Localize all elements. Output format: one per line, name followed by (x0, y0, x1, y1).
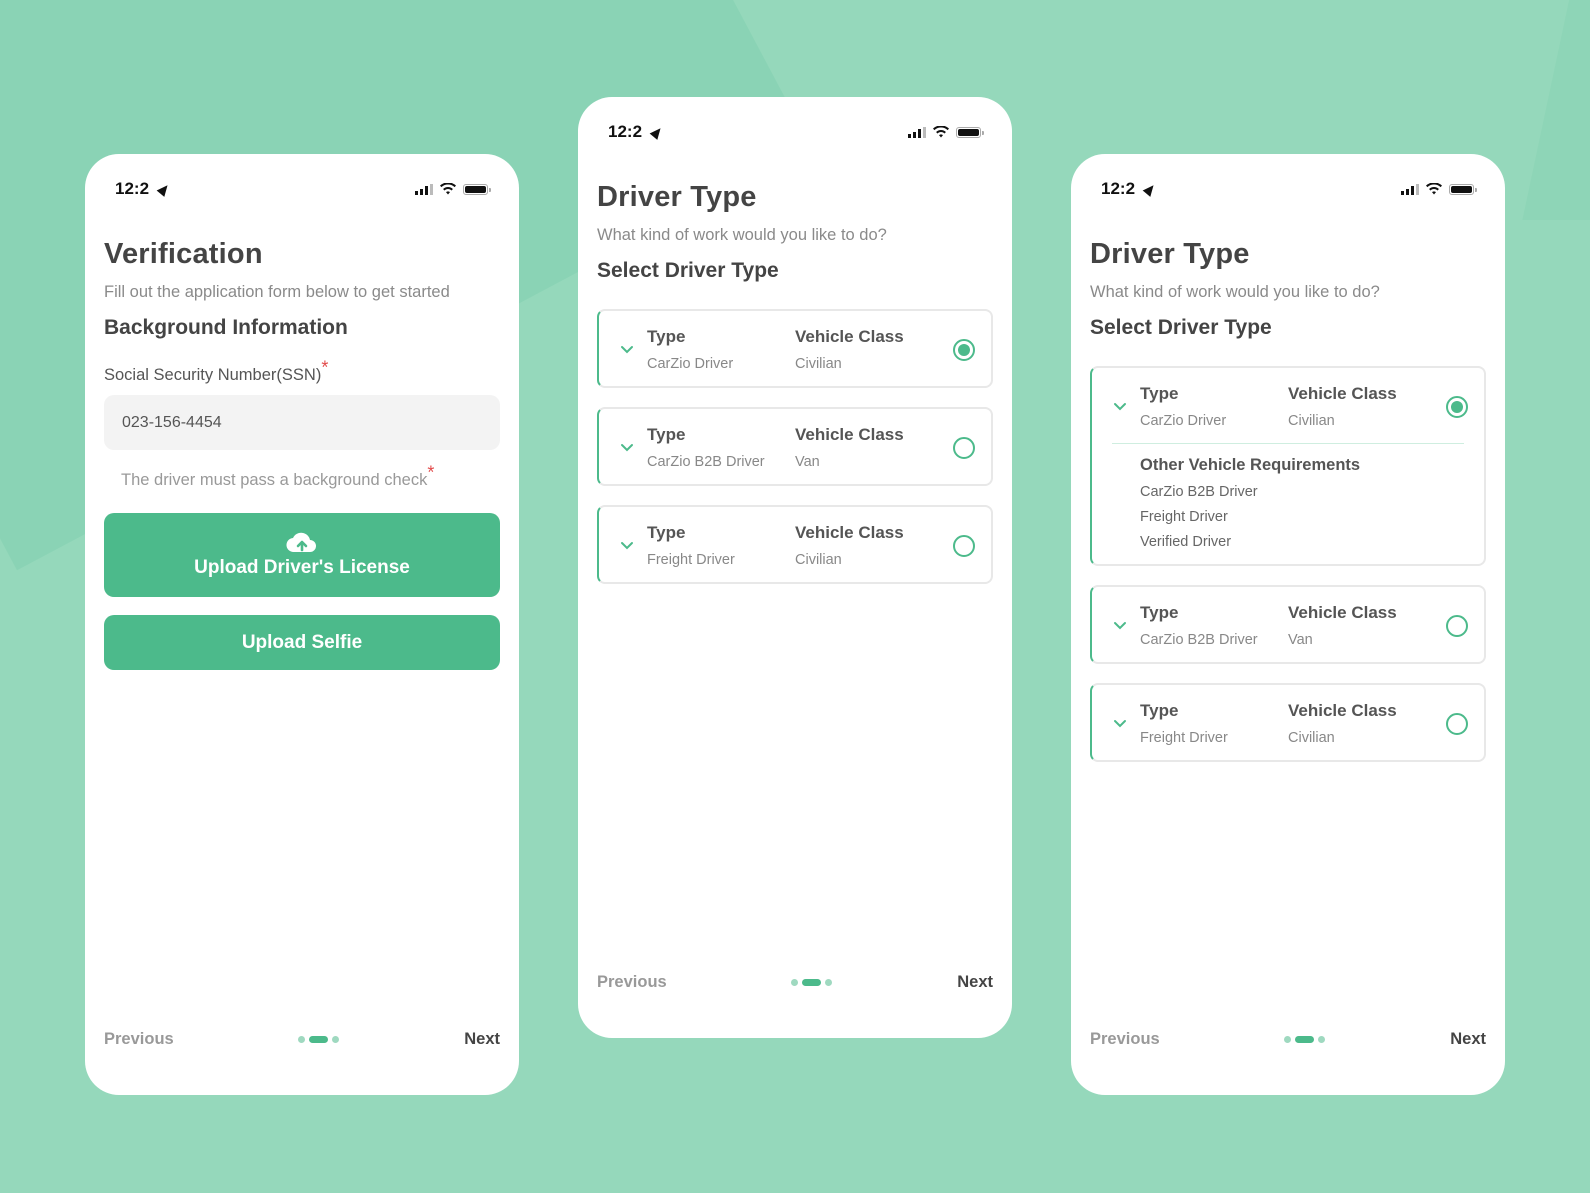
pager-footer: Previous Next (597, 973, 993, 992)
type-value: CarZio Driver (1140, 413, 1227, 429)
vehicle-class-header: Vehicle Class (1288, 701, 1397, 720)
type-value: Freight Driver (647, 552, 735, 568)
page-indicator (1284, 1036, 1326, 1043)
driver-type-option[interactable]: Type CarZio B2B Driver Vehicle Class Van (1090, 585, 1486, 664)
type-header: Type (1140, 701, 1179, 720)
upload-license-button[interactable]: Upload Driver's License (104, 513, 500, 597)
page-subtitle: What kind of work would you like to do? (1090, 283, 1380, 301)
status-bar: 12:2 (104, 154, 500, 224)
chevron-down-icon[interactable] (615, 343, 639, 357)
signal-icon (1401, 183, 1419, 195)
type-header: Type (647, 523, 686, 542)
chevron-down-icon[interactable] (1108, 400, 1132, 414)
requirement-item: CarZio B2B Driver (1140, 484, 1258, 500)
type-header: Type (647, 327, 686, 346)
type-header: Type (1140, 384, 1179, 403)
page-title: Driver Type (597, 181, 757, 213)
page-title: Verification (104, 238, 263, 270)
radio-button[interactable] (953, 338, 975, 361)
requirement-item: Verified Driver (1140, 534, 1232, 550)
chevron-down-icon[interactable] (615, 441, 639, 455)
vehicle-class-header: Vehicle Class (795, 523, 904, 542)
vehicle-class-value: Civilian (1288, 413, 1335, 429)
vehicle-class-value: Civilian (795, 552, 842, 568)
section-title: Select Driver Type (1090, 316, 1272, 339)
page-indicator (298, 1036, 340, 1043)
location-arrow-icon (649, 124, 665, 140)
chevron-down-icon[interactable] (615, 539, 639, 553)
status-time: 12:2 (1101, 179, 1136, 198)
driver-type-option[interactable]: Type Freight Driver Vehicle Class Civilian (1090, 683, 1486, 762)
vehicle-class-header: Vehicle Class (1288, 384, 1397, 403)
requirements-panel: Other Vehicle Requirements CarZio B2B Dri… (1112, 443, 1464, 550)
vehicle-class-value: Civilian (795, 356, 842, 372)
driver-type-expanded-screen: 12:2 Driver Type What kind of work would… (1071, 154, 1505, 1095)
battery-icon (956, 126, 984, 138)
radio-button[interactable] (1446, 395, 1468, 418)
required-asterisk: * (427, 462, 435, 483)
status-time: 12:2 (608, 122, 643, 141)
type-value: Freight Driver (1140, 730, 1228, 746)
vehicle-class-header: Vehicle Class (1288, 603, 1397, 622)
next-button[interactable]: Next (464, 1030, 500, 1049)
previous-button[interactable]: Previous (597, 973, 667, 992)
type-header: Type (1140, 603, 1179, 622)
vehicle-class-header: Vehicle Class (795, 327, 904, 346)
status-bar: 12:2 (1090, 154, 1486, 224)
status-bar: 12:2 (597, 97, 993, 167)
next-button[interactable]: Next (957, 973, 993, 992)
type-value: CarZio B2B Driver (647, 454, 765, 470)
type-value: CarZio Driver (647, 356, 734, 372)
wifi-icon (933, 126, 949, 138)
location-arrow-icon (1142, 181, 1158, 197)
radio-button[interactable] (1446, 614, 1468, 637)
background-shape (1522, 0, 1590, 220)
previous-button[interactable]: Previous (1090, 1030, 1160, 1049)
cloud-upload-icon (286, 532, 316, 553)
page-subtitle: What kind of work would you like to do? (597, 226, 887, 244)
page-subtitle: Fill out the application form below to g… (104, 283, 450, 301)
wifi-icon (440, 183, 456, 195)
vehicle-class-value: Civilian (1288, 730, 1335, 746)
battery-icon (1449, 183, 1477, 195)
type-value: CarZio B2B Driver (1140, 632, 1258, 648)
vehicle-class-value: Van (795, 454, 820, 470)
requirement-item: Freight Driver (1140, 509, 1228, 525)
required-asterisk: * (321, 357, 329, 378)
previous-button[interactable]: Previous (104, 1030, 174, 1049)
next-button[interactable]: Next (1450, 1030, 1486, 1049)
driver-type-screen: 12:2 Driver Type What kind of work would… (578, 97, 1012, 1038)
page-title: Driver Type (1090, 238, 1250, 270)
radio-button[interactable] (953, 534, 975, 557)
driver-type-option[interactable]: Type Freight Driver Vehicle Class Civilian (597, 505, 993, 584)
battery-icon (463, 183, 491, 195)
location-arrow-icon (156, 181, 172, 197)
radio-button[interactable] (953, 436, 975, 459)
signal-icon (415, 183, 433, 195)
wifi-icon (1426, 183, 1442, 195)
driver-type-option[interactable]: Type CarZio Driver Vehicle Class Civilian Ot… (1090, 366, 1486, 566)
status-time: 12:2 (115, 179, 150, 198)
chevron-down-icon[interactable] (1108, 619, 1132, 633)
vehicle-class-header: Vehicle Class (795, 425, 904, 444)
driver-type-option[interactable]: Type CarZio B2B Driver Vehicle Class Van (597, 407, 993, 486)
requirements-title: Other Vehicle Requirements (1140, 456, 1361, 474)
section-title: Background Information (104, 316, 348, 339)
verification-screen: 12:2 Verification Fill out the applicati… (85, 154, 519, 1095)
chevron-down-icon[interactable] (1108, 717, 1132, 731)
radio-button[interactable] (1446, 712, 1468, 735)
ssn-label: Social Security Number(SSN)* (104, 357, 329, 385)
section-title: Select Driver Type (597, 259, 779, 282)
upload-selfie-button[interactable]: Upload Selfie (104, 615, 500, 670)
vehicle-class-value: Van (1288, 632, 1313, 648)
signal-icon (908, 126, 926, 138)
ssn-input[interactable]: 023-156-4454 (104, 395, 500, 450)
pager-footer: Previous Next (104, 1030, 500, 1049)
driver-type-option[interactable]: Type CarZio Driver Vehicle Class Civilian (597, 309, 993, 388)
type-header: Type (647, 425, 686, 444)
pager-footer: Previous Next (1090, 1030, 1486, 1049)
background-check-note: The driver must pass a background check* (121, 462, 435, 490)
page-indicator (791, 979, 833, 986)
